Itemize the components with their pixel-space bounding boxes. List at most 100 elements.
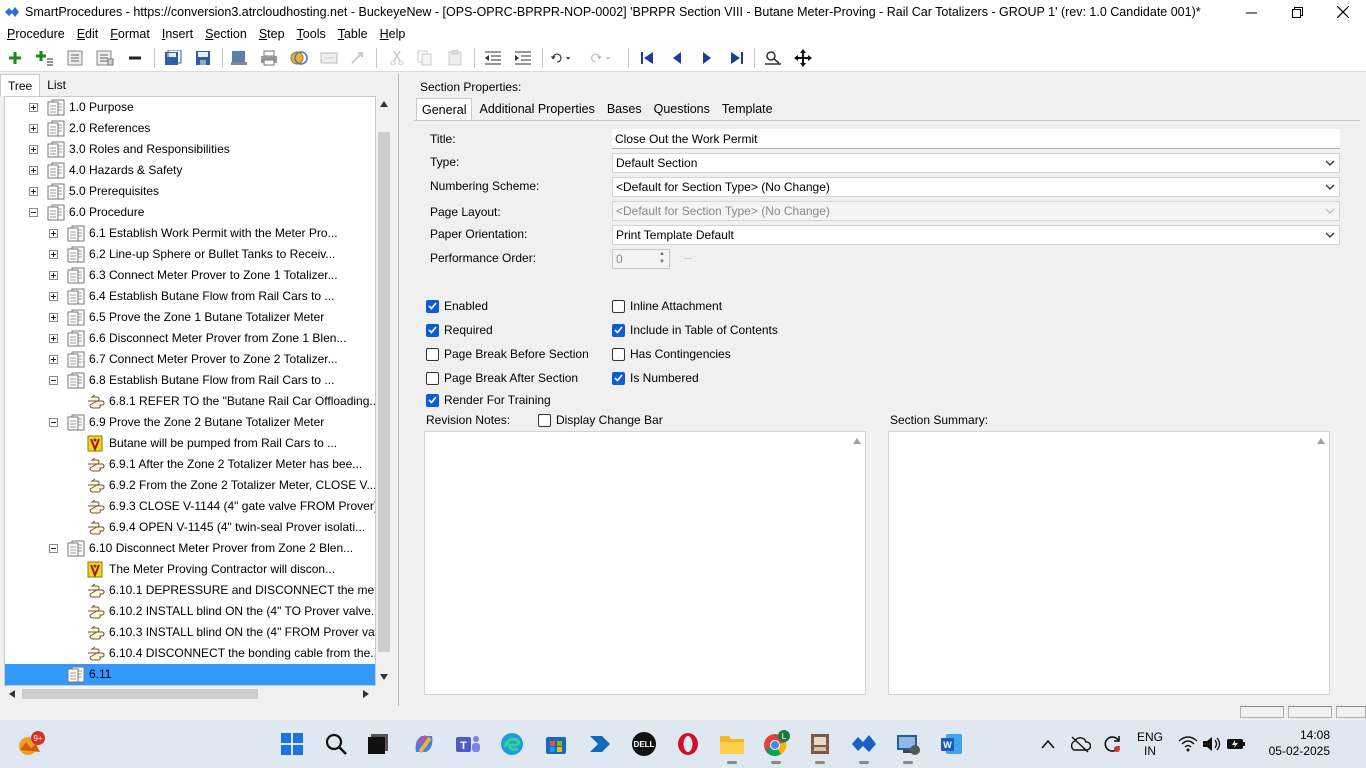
collapse-icon[interactable] xyxy=(29,208,38,217)
search-button[interactable] xyxy=(320,728,352,760)
expand-icon[interactable] xyxy=(29,124,38,133)
tree-item[interactable]: 6.8.1 REFER TO the "Butane Rail Car Offl… xyxy=(5,391,375,412)
panel-splitter[interactable] xyxy=(398,74,404,706)
inline-attachment-checkbox[interactable]: Inline Attachment xyxy=(612,299,722,313)
publish-icon[interactable] xyxy=(228,48,250,68)
is-numbered-checkbox[interactable]: Is Numbered xyxy=(612,371,699,385)
tab-bases[interactable]: Bases xyxy=(602,98,647,120)
edge-button[interactable] xyxy=(496,728,528,760)
start-button[interactable] xyxy=(276,728,308,760)
weather-widget[interactable]: 9+ xyxy=(14,728,46,760)
tab-template[interactable]: Template xyxy=(717,98,778,120)
menu-tools[interactable]: Tools xyxy=(293,27,330,41)
expand-icon[interactable] xyxy=(49,313,58,322)
tree-item[interactable]: 6.10 Disconnect Meter Prover from Zone 2… xyxy=(5,538,375,559)
tree-item[interactable]: 6.8 Establish Butane Flow from Rail Cars… xyxy=(5,370,375,391)
collapse-icon[interactable] xyxy=(49,376,58,385)
expand-icon[interactable] xyxy=(49,229,58,238)
required-checkbox[interactable]: Required xyxy=(426,323,493,337)
power-automate-button[interactable] xyxy=(584,728,616,760)
tree-vertical-scrollbar[interactable] xyxy=(376,96,392,686)
expand-icon[interactable] xyxy=(29,145,38,154)
tree-item[interactable]: Butane will be pumped from Rail Cars to … xyxy=(5,433,375,454)
tree-item[interactable]: 6.9 Prove the Zone 2 Butane Totalizer Me… xyxy=(5,412,375,433)
opera-button[interactable] xyxy=(672,728,704,760)
task-view-button[interactable] xyxy=(362,728,394,760)
tree-item[interactable]: 6.10.4 DISCONNECT the bonding cable from… xyxy=(5,643,375,664)
menu-step[interactable]: Step xyxy=(255,27,289,41)
collapse-icon[interactable] xyxy=(49,418,58,427)
page-break-after-checkbox[interactable]: Page Break After Section xyxy=(426,371,578,385)
expand-icon[interactable] xyxy=(49,292,58,301)
clock[interactable]: 14:08 05-02-2025 xyxy=(1250,728,1330,758)
indent-icon[interactable] xyxy=(512,48,534,68)
tree-item[interactable]: 6.9.4 OPEN V-1145 (4" twin-seal Prover i… xyxy=(5,517,375,538)
tree-item-selected[interactable]: 6.11 xyxy=(5,664,375,685)
scroll-up-icon[interactable] xyxy=(1317,438,1325,444)
list-detail-icon[interactable] xyxy=(94,48,116,68)
outdent-icon[interactable] xyxy=(482,48,504,68)
word-button[interactable]: W xyxy=(936,728,968,760)
previous-icon[interactable] xyxy=(666,48,688,68)
undo-icon[interactable] xyxy=(550,48,572,68)
render-training-checkbox[interactable]: Render For Training xyxy=(426,393,551,407)
expand-icon[interactable] xyxy=(49,355,58,364)
globe-link-icon[interactable] xyxy=(288,48,310,68)
tree-item[interactable]: 6.9.1 After the Zone 2 Totalizer Meter h… xyxy=(5,454,375,475)
save-icon[interactable] xyxy=(192,48,214,68)
display-change-bar-checkbox[interactable]: Display Change Bar xyxy=(538,413,663,427)
tree-item[interactable]: 6.1 Establish Work Permit with the Meter… xyxy=(5,223,375,244)
language-indicator[interactable]: ENG IN xyxy=(1134,730,1166,758)
tab-list[interactable]: List xyxy=(40,74,73,96)
menu-table[interactable]: Table xyxy=(334,27,372,41)
print-icon[interactable] xyxy=(258,48,280,68)
tree-item[interactable]: 6.0 Procedure xyxy=(5,202,375,223)
tray-chevron-button[interactable] xyxy=(1032,728,1064,760)
scroll-down-icon[interactable] xyxy=(380,674,388,680)
tab-general[interactable]: General xyxy=(416,98,473,120)
tree-item[interactable]: 6.5 Prove the Zone 1 Butane Totalizer Me… xyxy=(5,307,375,328)
tree-item[interactable]: 6.3 Connect Meter Prover to Zone 1 Total… xyxy=(5,265,375,286)
find-replace-icon[interactable] xyxy=(762,48,784,68)
expand-icon[interactable] xyxy=(49,334,58,343)
tree-item[interactable]: 6.6 Disconnect Meter Prover from Zone 1 … xyxy=(5,328,375,349)
revision-notes-textarea[interactable] xyxy=(424,431,866,695)
scroll-left-icon[interactable] xyxy=(9,690,15,698)
section-summary-textarea[interactable] xyxy=(888,431,1330,695)
close-button[interactable] xyxy=(1320,0,1366,24)
remote-app-button[interactable] xyxy=(804,728,836,764)
expand-icon[interactable] xyxy=(49,271,58,280)
add-icon[interactable] xyxy=(4,48,26,68)
include-toc-checkbox[interactable]: Include in Table of Contents xyxy=(612,323,778,337)
expand-icon[interactable] xyxy=(29,103,38,112)
restore-button[interactable] xyxy=(1274,0,1320,24)
tab-tree[interactable]: Tree xyxy=(0,74,41,96)
store-button[interactable] xyxy=(540,728,572,760)
tree-item[interactable]: 6.2 Line-up Sphere or Bullet Tanks to Re… xyxy=(5,244,375,265)
procedure-tree[interactable]: 1.0 Purpose 2.0 References 3.0 Roles and R… xyxy=(4,96,376,686)
tree-horizontal-scrollbar[interactable] xyxy=(4,686,376,702)
add-child-icon[interactable] xyxy=(34,48,56,68)
next-icon[interactable] xyxy=(696,48,718,68)
list-outline-icon[interactable] xyxy=(64,48,86,68)
paper-orientation-select[interactable]: Print Template Default xyxy=(612,225,1340,245)
tree-item[interactable]: 3.0 Roles and Responsibilities xyxy=(5,139,375,160)
remove-icon[interactable] xyxy=(124,48,146,68)
type-select[interactable]: Default Section xyxy=(612,153,1340,173)
expand-icon[interactable] xyxy=(29,187,38,196)
tree-item[interactable]: 5.0 Prerequisites xyxy=(5,181,375,202)
expand-icon[interactable] xyxy=(29,166,38,175)
menu-procedure[interactable]: Procedure xyxy=(3,27,69,41)
tree-horizontal-thumb[interactable] xyxy=(22,689,258,699)
menu-help[interactable]: Help xyxy=(376,27,410,41)
tree-item[interactable]: 6.4 Establish Butane Flow from Rail Cars… xyxy=(5,286,375,307)
scroll-up-icon[interactable] xyxy=(380,101,388,107)
tree-item[interactable]: 2.0 References xyxy=(5,118,375,139)
smartprocedures-button[interactable] xyxy=(848,728,880,764)
tab-additional-properties[interactable]: Additional Properties xyxy=(474,98,599,120)
scroll-up-icon[interactable] xyxy=(853,438,861,444)
copilot-button[interactable] xyxy=(408,728,440,760)
tree-item[interactable]: The Meter Proving Contractor will discon… xyxy=(5,559,375,580)
tree-item[interactable]: 4.0 Hazards & Safety xyxy=(5,160,375,181)
tree-item[interactable]: 1.0 Purpose xyxy=(5,97,375,118)
